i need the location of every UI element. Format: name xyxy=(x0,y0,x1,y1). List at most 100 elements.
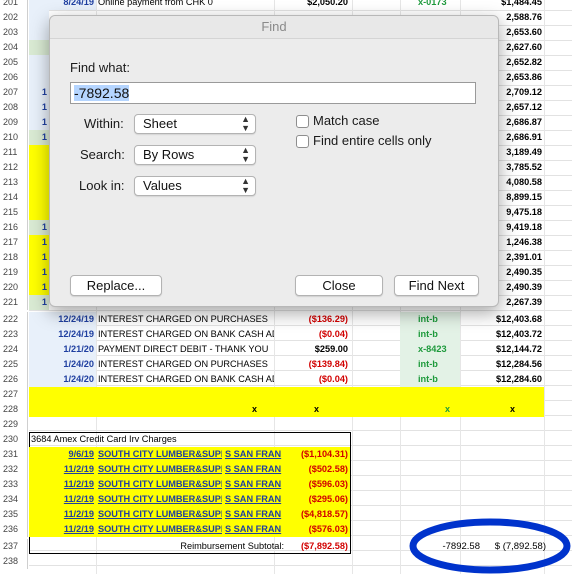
row-number[interactable]: 203 xyxy=(0,25,28,40)
row-number[interactable]: 217 xyxy=(0,235,28,250)
date-cell[interactable] xyxy=(29,55,49,70)
amount-cell[interactable]: $259.00 xyxy=(274,342,352,357)
row-number[interactable]: 233 xyxy=(0,477,28,492)
search-select[interactable]: By Rows ▲ ▼ xyxy=(134,145,256,165)
lookin-select[interactable]: Values ▲ ▼ xyxy=(134,176,256,196)
table-row[interactable]: 232 11/2/19 SOUTH CITY LUMBER&SUPL S SAN FR… xyxy=(0,462,572,477)
date-cell[interactable]: 1 xyxy=(29,130,49,145)
amount-cell[interactable]: ($1,104.31) xyxy=(284,447,350,462)
row-number[interactable]: 219 xyxy=(0,265,28,280)
date-cell[interactable]: 11/2/19 xyxy=(29,492,96,507)
balance-cell[interactable]: 2,490.39 xyxy=(494,280,544,295)
balance-cell[interactable]: 2,686.87 xyxy=(494,115,544,130)
description-cell[interactable]: SOUTH CITY LUMBER&SUPL xyxy=(96,522,222,537)
balance-cell[interactable]: 8,899.15 xyxy=(494,190,544,205)
row-number[interactable]: 229 xyxy=(0,417,28,432)
row-number[interactable]: 216 xyxy=(0,220,28,235)
amount-cell[interactable]: ($295.06) xyxy=(284,492,350,507)
date-cell[interactable] xyxy=(29,25,49,40)
balance-cell[interactable]: 2,627.60 xyxy=(494,40,544,55)
balance-cell[interactable]: $1,484.45 xyxy=(460,0,544,10)
amount-cell[interactable]: ($576.03) xyxy=(284,522,350,537)
date-cell[interactable]: 1 xyxy=(29,295,49,310)
mark-cell[interactable]: x xyxy=(510,402,520,417)
row-number[interactable]: 236 xyxy=(0,522,28,537)
table-row[interactable]: 226 1/24/20 INTEREST CHARGED ON BANK CASH … xyxy=(0,372,572,387)
row-number[interactable]: 208 xyxy=(0,100,28,115)
location-cell[interactable]: S SAN FRAN xyxy=(223,462,283,477)
date-cell[interactable] xyxy=(29,160,49,175)
balance-cell[interactable]: $12,144.72 xyxy=(460,342,544,357)
entire-cells-label[interactable]: Find entire cells only xyxy=(313,133,432,148)
date-cell[interactable]: 1/24/20 xyxy=(29,357,96,372)
balance-cell[interactable]: 9,475.18 xyxy=(494,205,544,220)
description-cell[interactable]: SOUTH CITY LUMBER&SUPL xyxy=(96,492,222,507)
row-number[interactable]: 235 xyxy=(0,507,28,522)
balance-cell[interactable]: 2,657.12 xyxy=(494,100,544,115)
balance-cell[interactable]: $12,403.72 xyxy=(460,327,544,342)
row-number[interactable]: 225 xyxy=(0,357,28,372)
date-cell[interactable]: 1 xyxy=(29,85,49,100)
balance-cell[interactable]: 1,246.38 xyxy=(494,235,544,250)
row-number[interactable]: 223 xyxy=(0,327,28,342)
description-cell[interactable]: INTEREST CHARGED ON PURCHASES xyxy=(96,312,274,327)
balance-cell[interactable]: $12,284.56 xyxy=(460,357,544,372)
row-number[interactable]: 204 xyxy=(0,40,28,55)
date-cell[interactable]: 1/21/20 xyxy=(29,342,96,357)
date-cell[interactable]: 8/24/19 xyxy=(29,0,96,10)
row-number[interactable]: 226 xyxy=(0,372,28,387)
table-row[interactable]: 230 3684 Amex Credit Card Irv Charges xyxy=(0,432,572,447)
date-cell[interactable]: 1 xyxy=(29,265,49,280)
table-row[interactable]: 227 xyxy=(0,387,572,402)
location-cell[interactable]: S SAN FRAN xyxy=(223,492,283,507)
find-what-input[interactable]: -7892.58 xyxy=(70,82,476,104)
entire-cells-checkbox[interactable] xyxy=(296,135,309,148)
date-cell[interactable]: 1 xyxy=(29,235,49,250)
table-row[interactable]: 201 8/24/19 Online payment from CHK 0 $2… xyxy=(0,0,572,10)
ref-cell[interactable]: int-b xyxy=(400,372,460,387)
date-cell[interactable]: 1 xyxy=(29,280,49,295)
balance-cell[interactable]: 2,490.35 xyxy=(494,265,544,280)
location-cell[interactable]: S SAN FRAN xyxy=(223,522,283,537)
row-number[interactable]: 211 xyxy=(0,145,28,160)
row-number[interactable]: 227 xyxy=(0,387,28,402)
amount-cell[interactable]: $2,050.20 xyxy=(274,0,352,10)
date-cell[interactable]: 11/2/19 xyxy=(29,522,96,537)
row-number[interactable]: 202 xyxy=(0,10,28,25)
balance-cell[interactable]: 2,391.01 xyxy=(494,250,544,265)
ref-cell[interactable]: int-b xyxy=(400,357,460,372)
row-number[interactable]: 214 xyxy=(0,190,28,205)
close-button[interactable]: Close xyxy=(295,275,383,296)
section-title[interactable]: 3684 Amex Credit Card Irv Charges xyxy=(31,432,281,447)
date-cell[interactable] xyxy=(29,145,49,160)
location-cell[interactable]: S SAN FRAN xyxy=(223,447,283,462)
balance-cell[interactable]: 4,080.58 xyxy=(494,175,544,190)
table-row[interactable]: 222 12/24/19 INTEREST CHARGED ON PURCHASES… xyxy=(0,312,572,327)
date-cell[interactable]: 1 xyxy=(29,250,49,265)
row-number[interactable]: 230 xyxy=(0,432,28,447)
row-number[interactable]: 238 xyxy=(0,554,28,569)
date-cell[interactable]: 9/6/19 xyxy=(29,447,96,462)
date-cell[interactable]: 12/24/19 xyxy=(29,312,96,327)
table-row[interactable]: 234 11/2/19 SOUTH CITY LUMBER&SUPL S SAN FR… xyxy=(0,492,572,507)
description-cell[interactable]: INTEREST CHARGED ON BANK CASH ADVAN xyxy=(96,327,274,342)
description-cell[interactable]: SOUTH CITY LUMBER&SUPL xyxy=(96,447,222,462)
date-cell[interactable] xyxy=(29,10,49,25)
amount-cell[interactable]: ($139.84) xyxy=(274,357,352,372)
balance-cell[interactable]: 2,653.86 xyxy=(494,70,544,85)
row-number[interactable]: 213 xyxy=(0,175,28,190)
ref-cell[interactable]: x-8423 xyxy=(400,342,460,357)
description-cell[interactable]: SOUTH CITY LUMBER&SUPL xyxy=(96,477,222,492)
date-cell[interactable]: 12/24/19 xyxy=(29,327,96,342)
location-cell[interactable]: S SAN FRAN xyxy=(223,507,283,522)
balance-cell[interactable]: $12,284.60 xyxy=(460,372,544,387)
row-number[interactable]: 210 xyxy=(0,130,28,145)
date-cell[interactable] xyxy=(29,175,49,190)
row-number[interactable]: 215 xyxy=(0,205,28,220)
row-number[interactable]: 220 xyxy=(0,280,28,295)
replace-button[interactable]: Replace... xyxy=(70,275,162,296)
date-cell[interactable]: 1 xyxy=(29,100,49,115)
row-number[interactable]: 221 xyxy=(0,295,28,310)
find-what-value[interactable]: -7892.58 xyxy=(74,85,130,101)
subtotal-label[interactable]: Reimbursement Subtotal: xyxy=(140,539,286,554)
